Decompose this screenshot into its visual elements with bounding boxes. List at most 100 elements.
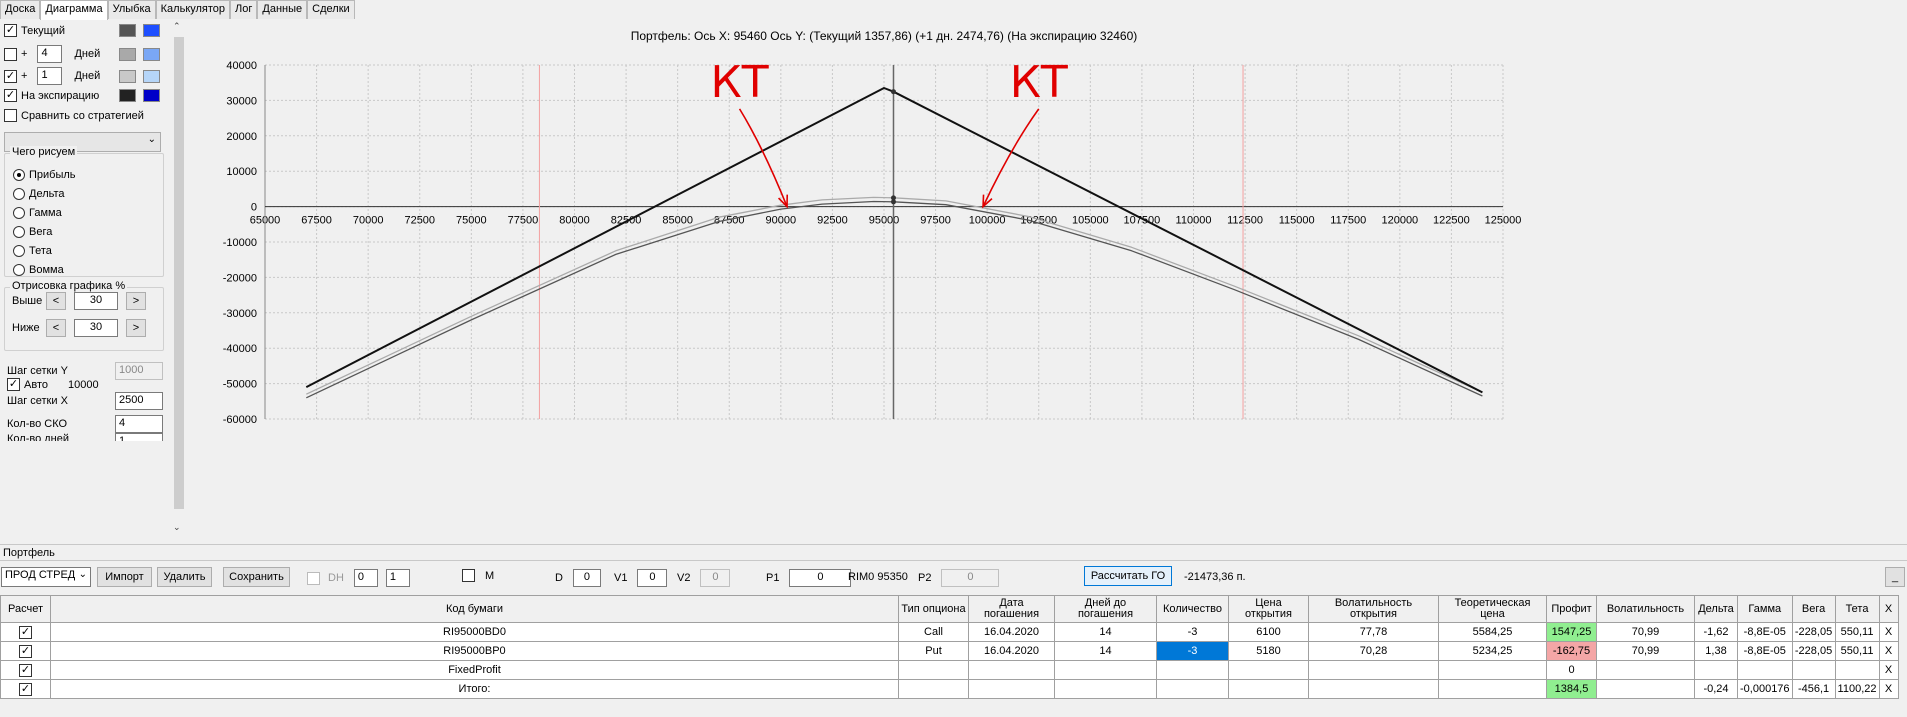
table-cell[interactable]: -456,1 (1791, 679, 1836, 699)
table-cell[interactable] (1308, 679, 1439, 699)
radio-vega[interactable]: Вега (13, 226, 52, 238)
grid-x-input[interactable]: 2500 (115, 392, 163, 410)
below-input[interactable]: 30 (74, 319, 118, 337)
expiry-checkbox[interactable]: ✓ (4, 89, 17, 102)
table-cell[interactable]: 16.04.2020 (968, 622, 1055, 642)
table-cell[interactable]: 5234,25 (1438, 641, 1547, 661)
table-cell[interactable]: -0,000176 (1737, 679, 1793, 699)
calc-checkbox[interactable]: ✓ (19, 625, 32, 639)
save-button[interactable]: Сохранить (223, 567, 290, 587)
above-input[interactable]: 30 (74, 292, 118, 310)
table-cell[interactable] (1694, 660, 1738, 680)
radio-vomma[interactable]: Вомма (13, 264, 64, 276)
tab-diagram[interactable]: Диаграмма (40, 0, 108, 20)
table-cell[interactable]: FixedProfit (50, 660, 899, 680)
calc-checkbox-cell[interactable]: ✓ (0, 660, 51, 680)
table-cell[interactable]: X (1878, 679, 1899, 699)
below-decrease-button[interactable]: < (46, 319, 66, 337)
grid-y-input[interactable]: 1000 (115, 362, 163, 380)
dh-stepper-2[interactable]: 1 (385, 569, 410, 587)
column-header[interactable]: Дельта (1694, 595, 1738, 623)
dh-stepper-1[interactable]: 0 (353, 569, 378, 587)
sko-input[interactable]: 4 (115, 415, 163, 433)
tab-log[interactable]: Лог (230, 0, 258, 19)
current-color-swatch-2[interactable] (143, 24, 160, 37)
table-cell[interactable] (1054, 679, 1157, 699)
table-row[interactable]: ✓ RI95000BD0 Call 16.04.2020 14 -3 6100 77,78 55… (0, 622, 1899, 642)
table-row[interactable]: ✓ Итого: 1384,5 -0,24 -0,000176 -456,1 1100,22… (0, 679, 1899, 699)
table-cell[interactable] (1834, 660, 1880, 680)
above-decrease-button[interactable]: < (46, 292, 66, 310)
table-cell[interactable] (1156, 679, 1229, 699)
plus1-color-swatch[interactable] (119, 47, 136, 61)
table-cell[interactable] (968, 660, 1055, 680)
table-cell[interactable] (1156, 660, 1229, 680)
auto-checkbox[interactable]: ✓ (7, 378, 20, 391)
calc-checkbox-cell[interactable]: ✓ (0, 622, 51, 642)
table-cell[interactable]: RI95000BD0 (50, 622, 899, 642)
table-cell[interactable] (1228, 679, 1309, 699)
column-header[interactable]: Дней до погашения (1054, 595, 1157, 623)
table-cell[interactable]: Put (898, 641, 969, 661)
column-header[interactable]: Расчет (0, 595, 51, 623)
calc-checkbox-cell[interactable]: ✓ (0, 679, 51, 699)
table-cell[interactable] (1438, 679, 1547, 699)
tab-calculator[interactable]: Калькулятор (155, 0, 231, 19)
radio-profit[interactable]: Прибыль (13, 169, 76, 181)
plus2-color-swatch-2[interactable] (143, 69, 160, 83)
table-cell[interactable]: 14 (1054, 641, 1157, 661)
column-header[interactable]: Волатильность открытия (1308, 595, 1439, 623)
table-cell[interactable] (1308, 660, 1439, 680)
table-row[interactable]: ✓ FixedProfit 0 X (0, 660, 1899, 680)
plus2-checkbox[interactable]: ✓ (4, 69, 17, 83)
table-cell[interactable]: 1547,25 (1546, 622, 1597, 642)
table-cell[interactable] (968, 679, 1055, 699)
column-header[interactable]: Гамма (1737, 595, 1793, 623)
table-cell[interactable]: 77,78 (1308, 622, 1439, 642)
plus1-checkbox[interactable] (4, 47, 17, 61)
radio-delta[interactable]: Дельта (13, 188, 65, 200)
column-header[interactable]: Вега (1791, 595, 1836, 623)
table-cell[interactable]: 70,28 (1308, 641, 1439, 661)
scroll-down-icon[interactable]: ⌄ (173, 522, 181, 533)
plus2-days-input[interactable]: 1 (37, 67, 63, 85)
table-cell[interactable]: RI95000BP0 (50, 641, 899, 661)
strategy-select[interactable]: ПРОД СТРЕД ⌄ (1, 567, 91, 587)
table-cell[interactable]: 1,38 (1694, 641, 1738, 661)
radio-gamma[interactable]: Гамма (13, 207, 62, 219)
table-cell[interactable] (1737, 660, 1793, 680)
column-header[interactable]: Код бумаги (50, 595, 899, 623)
table-cell[interactable]: -3 (1156, 622, 1229, 642)
table-cell[interactable]: -162,75 (1546, 641, 1597, 661)
column-header[interactable]: Дата погашения (968, 595, 1055, 623)
table-cell[interactable]: X (1878, 622, 1899, 642)
d-input[interactable]: 0 (572, 569, 601, 587)
compare-checkbox[interactable] (4, 109, 17, 122)
plus1-color-swatch-2[interactable] (143, 47, 160, 61)
table-cell[interactable]: X (1878, 660, 1899, 680)
table-cell[interactable]: Call (898, 622, 969, 642)
delete-button[interactable]: Удалить (157, 567, 212, 587)
tab-board[interactable]: Доска (0, 0, 41, 19)
calc-checkbox[interactable]: ✓ (19, 682, 32, 696)
table-cell[interactable]: 16.04.2020 (968, 641, 1055, 661)
table-cell[interactable] (1438, 660, 1547, 680)
scroll-up-icon[interactable]: ⌃ (173, 21, 181, 32)
table-cell[interactable]: 550,11 (1834, 622, 1880, 642)
table-cell[interactable]: -8,8E-05 (1737, 641, 1793, 661)
table-row[interactable]: ✓ RI95000BP0 Put 16.04.2020 14 -3 5180 70,28 523… (0, 641, 1899, 661)
table-cell[interactable]: -0,24 (1694, 679, 1738, 699)
table-cell[interactable]: 70,99 (1596, 641, 1695, 661)
table-cell[interactable]: 1100,22 (1834, 679, 1880, 699)
column-header[interactable]: Цена открытия (1228, 595, 1309, 623)
plus1-days-input[interactable]: 4 (37, 45, 63, 63)
table-cell[interactable] (1596, 660, 1695, 680)
sidebar-scrollbar-thumb[interactable] (174, 37, 184, 509)
table-cell[interactable] (898, 660, 969, 680)
table-cell[interactable]: X (1878, 641, 1899, 661)
table-cell[interactable]: 70,99 (1596, 622, 1695, 642)
table-cell[interactable] (1596, 679, 1695, 699)
table-cell[interactable]: 5584,25 (1438, 622, 1547, 642)
column-header[interactable]: Тета (1834, 595, 1880, 623)
column-header[interactable]: Волатильность (1596, 595, 1695, 623)
